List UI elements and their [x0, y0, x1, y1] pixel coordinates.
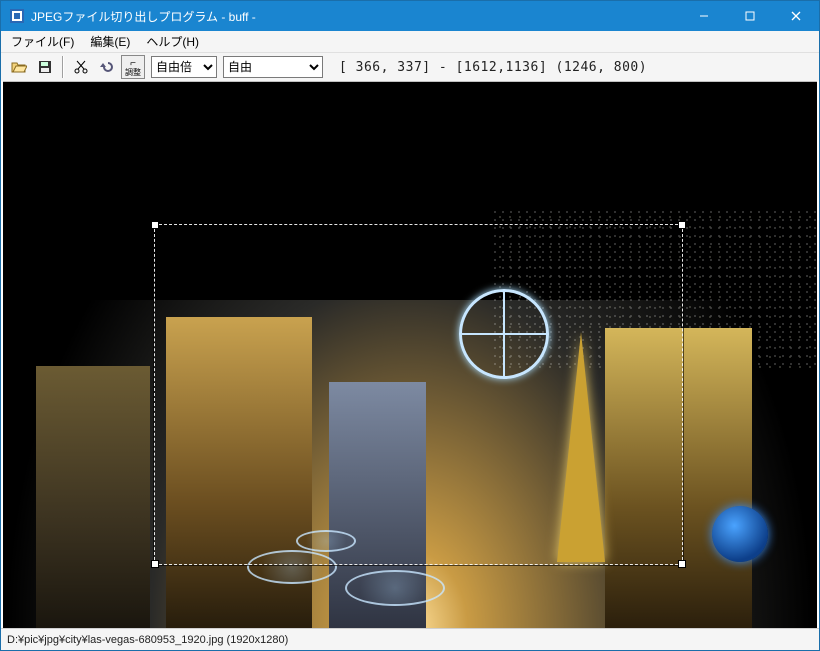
image-canvas[interactable] [3, 81, 817, 628]
app-window: JPEGファイル切り出しプログラム - buff - ファイル(F) 編集(E)… [0, 0, 820, 651]
resize-handle-sw[interactable] [151, 560, 159, 568]
adjust-icon: ⌐ [130, 59, 136, 68]
menubar: ファイル(F) 編集(E) ヘルプ(H) [1, 31, 819, 53]
open-button[interactable] [7, 55, 31, 79]
selection-coordinates: [ 366, 337] - [1612,1136] (1246, 800) [339, 60, 647, 75]
minimize-icon [699, 11, 709, 21]
cut-button[interactable] [69, 55, 93, 79]
menu-help[interactable]: ヘルプ(H) [142, 31, 203, 52]
menu-edit[interactable]: 編集(E) [86, 31, 134, 52]
adjust-button[interactable]: ⌐ 調整 [121, 55, 145, 79]
window-buttons [681, 1, 819, 31]
resize-handle-nw[interactable] [151, 221, 159, 229]
save-button[interactable] [33, 55, 57, 79]
floppy-disk-icon [37, 59, 53, 75]
close-icon [791, 11, 801, 21]
window-title: JPEGファイル切り出しプログラム - buff - [31, 8, 681, 25]
close-button[interactable] [773, 1, 819, 31]
toolbar: ⌐ 調整 自由倍 自由 [ 366, 337] - [1612,1136] (1… [1, 53, 819, 81]
aspect-select[interactable]: 自由 [223, 56, 323, 78]
titlebar[interactable]: JPEGファイル切り出しプログラム - buff - [1, 1, 819, 31]
minimize-button[interactable] [681, 1, 727, 31]
statusbar: D:¥pic¥jpg¥city¥las-vegas-680953_1920.jp… [1, 628, 819, 650]
resize-handle-ne[interactable] [678, 221, 686, 229]
maximize-icon [745, 11, 755, 21]
undo-icon [99, 59, 115, 75]
zoom-select[interactable]: 自由倍 [151, 56, 217, 78]
status-text: D:¥pic¥jpg¥city¥las-vegas-680953_1920.jp… [7, 634, 288, 646]
resize-handle-se[interactable] [678, 560, 686, 568]
scissors-icon [73, 59, 89, 75]
app-icon [9, 8, 25, 24]
maximize-button[interactable] [727, 1, 773, 31]
folder-open-icon [11, 59, 27, 75]
menu-file[interactable]: ファイル(F) [7, 31, 78, 52]
crop-selection[interactable] [154, 224, 683, 565]
globe-shape [712, 506, 768, 562]
toolbar-separator [62, 56, 64, 78]
undo-button[interactable] [95, 55, 119, 79]
adjust-label: 調整 [125, 68, 141, 77]
